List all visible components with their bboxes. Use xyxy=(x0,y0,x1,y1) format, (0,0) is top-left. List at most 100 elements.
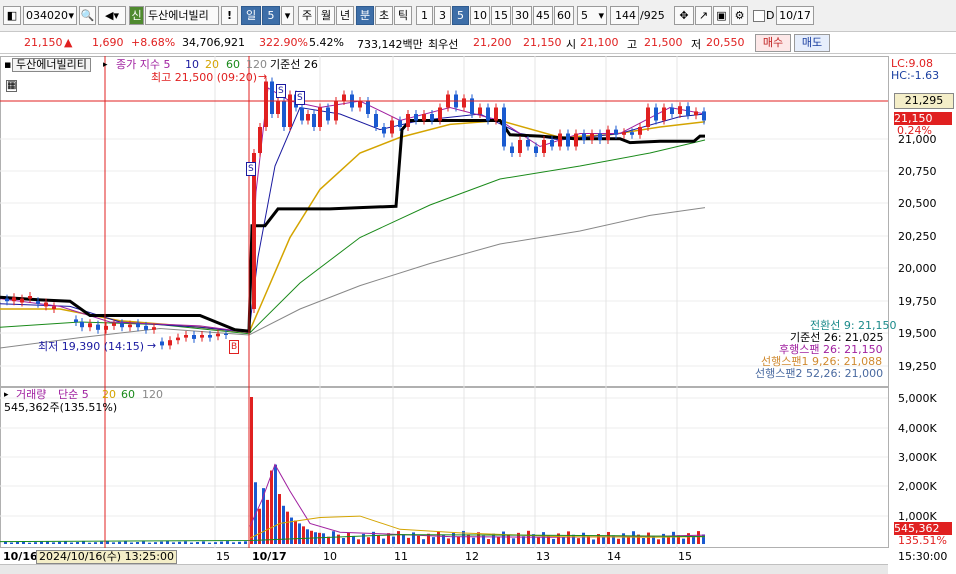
volume-bar xyxy=(220,541,223,544)
sell-button[interactable]: 매도 xyxy=(794,34,830,52)
chart-layout-icon[interactable]: ◧ xyxy=(3,6,21,25)
quote-bar: 21,150 ▲ 1,690 +8.68% 34,706,921 322.90%… xyxy=(0,32,956,54)
stock-code-input[interactable]: 034020 ▾ xyxy=(23,6,77,25)
volume-bar xyxy=(298,523,301,544)
stock-name-field[interactable]: 두산에너빌리 xyxy=(145,6,219,25)
candle-body xyxy=(430,114,434,121)
period-second-button[interactable]: 초 xyxy=(375,6,393,25)
candle-body xyxy=(678,106,682,114)
minute-5-button[interactable]: 5 xyxy=(452,6,469,25)
volume-bar xyxy=(602,537,605,544)
volume-bar xyxy=(184,541,187,544)
period-tick-button[interactable]: 틱 xyxy=(394,6,412,25)
volume-bars xyxy=(0,397,706,544)
d-checkbox-label: D xyxy=(766,9,775,22)
volume-bar xyxy=(507,534,510,544)
minute-3-button[interactable]: 3 xyxy=(434,6,451,25)
warning-button[interactable]: ! xyxy=(221,6,238,25)
panel-options-icon[interactable]: ▪ xyxy=(4,59,11,71)
volume-bar xyxy=(572,534,575,544)
draw-tool-icon[interactable]: ↗ xyxy=(695,6,712,25)
period-week-button[interactable]: 주 xyxy=(298,6,316,25)
volume-bar xyxy=(130,542,133,544)
candle-body xyxy=(694,111,698,116)
candle-body xyxy=(74,319,78,322)
volume-bar xyxy=(347,532,350,544)
search-icon[interactable]: 🔍 xyxy=(79,6,96,25)
candle-body xyxy=(550,140,554,147)
count-value: 5 xyxy=(581,9,588,22)
y-tick: 20,750 xyxy=(898,165,937,178)
minute-45-button[interactable]: 45 xyxy=(533,6,553,25)
legend-toggle-icon[interactable]: ▸ xyxy=(103,59,108,71)
candlesticks xyxy=(5,77,706,350)
volume-bar xyxy=(352,535,355,544)
date-input[interactable]: 10/17 xyxy=(776,6,814,25)
sound-icon[interactable]: ◀▾ xyxy=(98,6,126,25)
range-total: /925 xyxy=(640,9,665,22)
period-year-button[interactable]: 년 xyxy=(336,6,354,25)
volume-bar xyxy=(124,541,127,544)
minute-30-button[interactable]: 30 xyxy=(512,6,532,25)
volume-bar xyxy=(667,537,670,544)
low-price: 20,550 xyxy=(706,36,745,49)
volume-bar xyxy=(58,541,61,544)
minute-1-button[interactable]: 1 xyxy=(416,6,433,25)
turnover-rate: 5.42% xyxy=(309,36,344,49)
ma-60-line xyxy=(0,139,706,335)
sell-signal-marker: S xyxy=(246,162,256,176)
crosshair-icon[interactable]: ✥ xyxy=(674,6,694,25)
close-ma-legend: 종가 지수 5 xyxy=(116,58,171,71)
range-input[interactable]: 144 xyxy=(610,6,639,25)
new-listing-badge: 신 xyxy=(129,6,144,25)
vol-ma-60-legend: 60 xyxy=(121,388,135,401)
minute-60-button[interactable]: 60 xyxy=(554,6,574,25)
minute-10-button[interactable]: 10 xyxy=(470,6,490,25)
candle-body xyxy=(252,153,256,309)
volume-bar xyxy=(577,538,580,544)
candle-body xyxy=(542,140,546,153)
period-number-button[interactable]: 5 xyxy=(262,6,280,25)
buy-button[interactable]: 매수 xyxy=(755,34,791,52)
d-checkbox[interactable] xyxy=(753,10,765,22)
settings-gear-icon[interactable]: ⚙ xyxy=(731,6,748,25)
candle-body xyxy=(184,335,188,338)
volume-bar xyxy=(367,537,370,544)
volume-bar xyxy=(617,538,620,544)
table-icon[interactable]: ▦ xyxy=(6,80,18,92)
chart-canvas[interactable] xyxy=(0,56,956,573)
best-ask: 21,200 xyxy=(473,36,512,49)
volume-bar xyxy=(342,538,345,544)
volume-bar xyxy=(502,531,505,544)
volume-bar xyxy=(672,531,675,544)
y-tick: 20,250 xyxy=(898,230,937,243)
stock-label[interactable]: 두산에너빌리티 xyxy=(12,58,91,72)
candle-body xyxy=(96,324,100,330)
candle-body xyxy=(44,302,48,307)
panel-options-icon[interactable]: ▸ xyxy=(4,389,9,401)
period-day-button[interactable]: 일 xyxy=(241,6,261,25)
candle-body xyxy=(622,132,626,135)
y-tick: 19,250 xyxy=(898,360,937,373)
y-tick: 20,500 xyxy=(898,197,937,210)
candle-body xyxy=(606,129,610,140)
volume-bar xyxy=(136,542,139,544)
candle-body xyxy=(112,323,116,326)
volume-bar xyxy=(118,541,121,544)
candle-body xyxy=(638,127,642,135)
volume-bar xyxy=(627,536,630,544)
minute-15-button[interactable]: 15 xyxy=(491,6,511,25)
candle-body xyxy=(5,298,9,302)
save-icon[interactable]: ▣ xyxy=(713,6,730,25)
chart-area[interactable]: ▪ 두산에너빌리티 ▸ 종가 지수 5 10 20 60 120 기준선 26 … xyxy=(0,56,956,574)
period-dropdown-icon[interactable]: ▾ xyxy=(281,6,294,25)
candle-body xyxy=(160,341,164,346)
period-minute-button[interactable]: 분 xyxy=(356,6,374,25)
volume-bar xyxy=(552,538,555,544)
candle-body xyxy=(20,298,24,303)
volume-bar xyxy=(70,542,73,544)
open-price: 21,100 xyxy=(580,36,619,49)
count-select[interactable]: 5 ▾ xyxy=(577,6,607,25)
period-month-button[interactable]: 월 xyxy=(317,6,335,25)
volume-bar xyxy=(607,531,610,544)
